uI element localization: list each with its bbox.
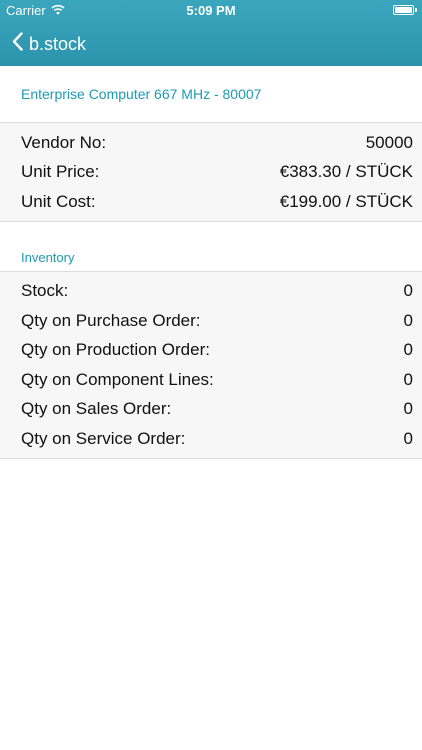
inventory-value: 0 <box>403 428 413 448</box>
detail-row-vendor-no: Vendor No: 50000 <box>0 128 422 158</box>
inventory-row-component-lines: Qty on Component Lines: 0 <box>0 365 422 395</box>
detail-value: €199.00 / STÜCK <box>279 191 413 211</box>
chevron-left-icon <box>12 32 23 56</box>
inventory-row-sales-order: Qty on Sales Order: 0 <box>0 395 422 425</box>
inventory-label: Qty on Sales Order: <box>21 399 172 419</box>
battery-icon <box>393 5 414 15</box>
detail-label: Unit Cost: <box>21 191 96 211</box>
inventory-group: Stock: 0 Qty on Purchase Order: 0 Qty on… <box>0 271 422 459</box>
status-time: 5:09 PM <box>186 3 236 18</box>
details-group: Vendor No: 50000 Unit Price: €383.30 / S… <box>0 123 422 222</box>
product-title: Enterprise Computer 667 MHz - 80007 <box>0 66 422 123</box>
inventory-label: Qty on Purchase Order: <box>21 310 201 330</box>
inventory-value: 0 <box>403 399 413 419</box>
back-label: b.stock <box>29 33 87 54</box>
inventory-label: Stock: <box>21 281 69 301</box>
inventory-row-stock: Stock: 0 <box>0 277 422 307</box>
detail-label: Unit Price: <box>21 162 100 182</box>
app-header: Carrier 5:09 PM b.stock <box>0 0 422 66</box>
inventory-value: 0 <box>403 310 413 330</box>
inventory-label: Qty on Component Lines: <box>21 369 214 389</box>
inventory-value: 0 <box>403 340 413 360</box>
battery-tip-icon <box>415 8 417 12</box>
inventory-row-service-order: Qty on Service Order: 0 <box>0 424 422 454</box>
inventory-label: Qty on Service Order: <box>21 428 186 448</box>
status-bar: Carrier 5:09 PM <box>0 0 422 22</box>
detail-label: Vendor No: <box>21 132 107 152</box>
detail-value: 50000 <box>365 132 413 152</box>
detail-row-unit-price: Unit Price: €383.30 / STÜCK <box>0 158 422 188</box>
inventory-label: Qty on Production Order: <box>21 340 210 360</box>
back-button[interactable]: b.stock <box>12 32 86 56</box>
inventory-row-purchase-order: Qty on Purchase Order: 0 <box>0 306 422 336</box>
inventory-row-production-order: Qty on Production Order: 0 <box>0 336 422 366</box>
inventory-value: 0 <box>403 281 413 301</box>
nav-bar: b.stock <box>0 22 422 66</box>
inventory-section-header: Inventory <box>0 250 422 272</box>
inventory-value: 0 <box>403 369 413 389</box>
detail-value: €383.30 / STÜCK <box>279 162 413 182</box>
detail-row-unit-cost: Unit Cost: €199.00 / STÜCK <box>0 187 422 217</box>
